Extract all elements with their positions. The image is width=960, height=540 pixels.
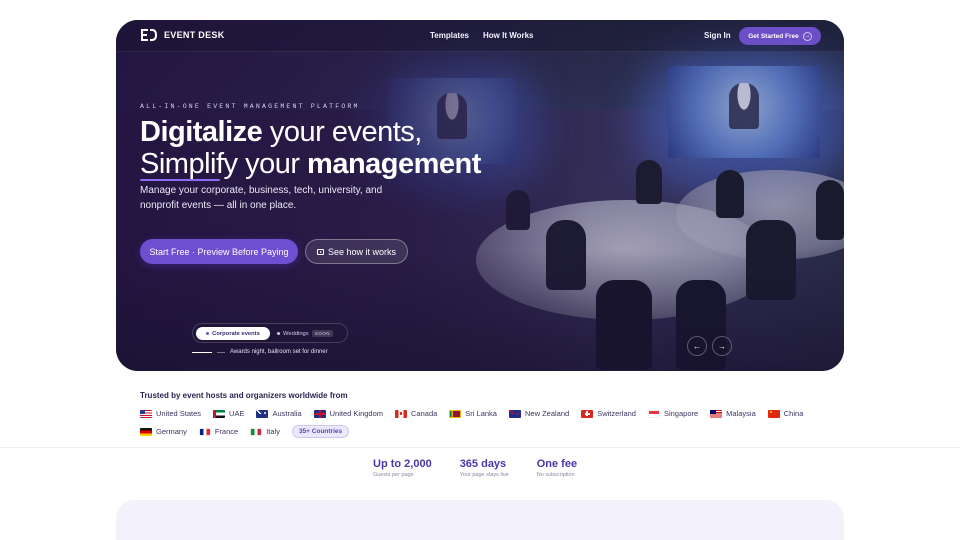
section-divider	[0, 447, 960, 448]
country-name: Malaysia	[726, 409, 756, 418]
more-countries-badge[interactable]: 35+ Countries	[291, 425, 350, 438]
country-item: France	[198, 425, 239, 438]
stat-value: Up to 2,000	[373, 458, 432, 470]
tab-corporate-events[interactable]: Corporate events	[196, 327, 270, 340]
headline-simplify: Simplify	[140, 148, 238, 180]
australia-flag-icon	[256, 409, 269, 418]
country-item: United Kingdom	[313, 407, 384, 420]
country-name: Switzerland	[597, 409, 636, 418]
country-name: France	[214, 427, 239, 436]
active-dot-icon	[206, 332, 210, 335]
next-slide-button[interactable]: →	[712, 336, 732, 356]
prev-slide-button[interactable]: ←	[687, 336, 707, 356]
country-item: Australia	[256, 407, 302, 420]
inactive-dot-icon	[277, 332, 280, 335]
country-name: New Zealand	[524, 409, 570, 418]
top-navigation: EVENT DESK Templates How It Works Sign I…	[116, 20, 844, 52]
country-item: Malaysia	[710, 407, 756, 420]
canada-flag-icon	[395, 409, 408, 418]
country-name: Sri Lanka	[465, 409, 497, 418]
country-name: Singapore	[663, 409, 699, 418]
headline-management: management	[307, 148, 481, 180]
nav-links: Templates How It Works	[430, 31, 534, 40]
country-name: Australia	[272, 409, 302, 418]
stat-label: No subscription	[536, 472, 575, 478]
singapore-flag-icon	[647, 409, 660, 418]
slide-progress-inactive	[217, 351, 225, 353]
hero-headline: Digitalize your events, Simplify your ma…	[140, 116, 481, 181]
get-started-label: Get Started Free	[748, 32, 799, 40]
china-flag-icon	[767, 409, 780, 418]
country-item: Germany	[140, 425, 187, 438]
country-item: UAE	[213, 407, 244, 420]
arrow-right-icon: →	[718, 341, 726, 351]
stat-label: Guests per page	[373, 472, 414, 478]
headline-your-events: your events,	[262, 116, 422, 148]
brand-name: EVENT DESK	[164, 30, 225, 40]
arrow-right-icon: →	[802, 31, 812, 41]
stat-guests: Up to 2,000 Guests per page	[373, 458, 432, 478]
start-free-button[interactable]: Start Free · Preview Before Paying	[140, 239, 298, 264]
slide-caption: Awards night, ballroom set for dinner	[192, 349, 328, 355]
country-item: Sri Lanka	[449, 407, 497, 420]
arrow-left-icon: ←	[693, 341, 701, 351]
germany-flag-icon	[140, 427, 152, 436]
uk-flag-icon	[313, 409, 326, 418]
get-started-button[interactable]: Get Started Free →	[739, 27, 821, 45]
nav-link-templates[interactable]: Templates	[430, 31, 469, 40]
hero-banner: EVENT DESK Templates How It Works Sign I…	[116, 20, 844, 371]
country-item: Canada	[395, 407, 437, 420]
soon-badge: SOON	[311, 330, 333, 337]
hero-eyebrow: ALL-IN-ONE EVENT MANAGEMENT PLATFORM	[140, 103, 360, 110]
country-item: Singapore	[647, 407, 699, 420]
malaysia-flag-icon	[710, 409, 723, 418]
nav-link-how-it-works[interactable]: How It Works	[483, 31, 534, 40]
stat-value: 365 days	[459, 458, 507, 470]
country-name: China	[783, 409, 804, 418]
country-name: Germany	[156, 427, 187, 436]
see-how-it-works-label: See how it works	[327, 246, 397, 257]
sign-in-link[interactable]: Sign In	[704, 31, 731, 40]
country-name: UAE	[229, 409, 245, 418]
play-video-icon	[316, 248, 324, 255]
country-name: United Kingdom	[329, 409, 384, 418]
switzerland-flag-icon	[581, 409, 594, 418]
tab-corporate-label: Corporate events	[212, 330, 260, 337]
event-type-tabs: Corporate events Weddings SOON	[192, 323, 348, 343]
stats-row: Up to 2,000 Guests per page 365 days You…	[373, 458, 577, 478]
stat-days: 365 days Your page stays live	[460, 458, 509, 478]
headline-digitalize: Digitalize	[140, 116, 263, 148]
trusted-by-title: Trusted by event hosts and organizers wo…	[140, 391, 348, 400]
landing-page: EVENT DESK Templates How It Works Sign I…	[0, 0, 960, 540]
country-item: Italy	[250, 425, 280, 438]
country-item: Switzerland	[581, 407, 636, 420]
stat-label: Your page stays live	[459, 472, 509, 478]
new-zealand-flag-icon	[508, 409, 521, 418]
france-flag-icon	[198, 427, 211, 436]
stat-fee: One fee No subscription	[537, 458, 577, 478]
headline-your: your	[237, 148, 308, 180]
us-flag-icon	[140, 409, 152, 418]
headline-underline	[140, 179, 220, 181]
sri-lanka-flag-icon	[449, 409, 462, 418]
hero-subtitle: Manage your corporate, business, tech, u…	[140, 185, 383, 211]
uae-flag-icon	[213, 409, 226, 418]
slide-caption-text: Awards night, ballroom set for dinner	[230, 349, 328, 355]
next-section-card	[116, 500, 844, 540]
country-name: United States	[156, 409, 202, 418]
country-item: New Zealand	[508, 407, 570, 420]
brand-logo-icon	[141, 29, 157, 41]
country-list: United States UAE Australia United Kingd…	[140, 407, 830, 438]
country-item: United States	[140, 407, 201, 420]
brand-logo[interactable]: EVENT DESK	[140, 28, 225, 42]
country-name: Canada	[411, 409, 438, 418]
slide-progress-active	[192, 351, 212, 353]
country-item: China	[767, 407, 804, 420]
see-how-it-works-button[interactable]: See how it works	[305, 239, 408, 264]
tab-weddings[interactable]: Weddings SOON	[277, 327, 333, 340]
stat-value: One fee	[536, 458, 578, 470]
country-name: Italy	[266, 427, 280, 436]
italy-flag-icon	[250, 427, 263, 436]
tab-weddings-label: Weddings	[283, 330, 309, 337]
